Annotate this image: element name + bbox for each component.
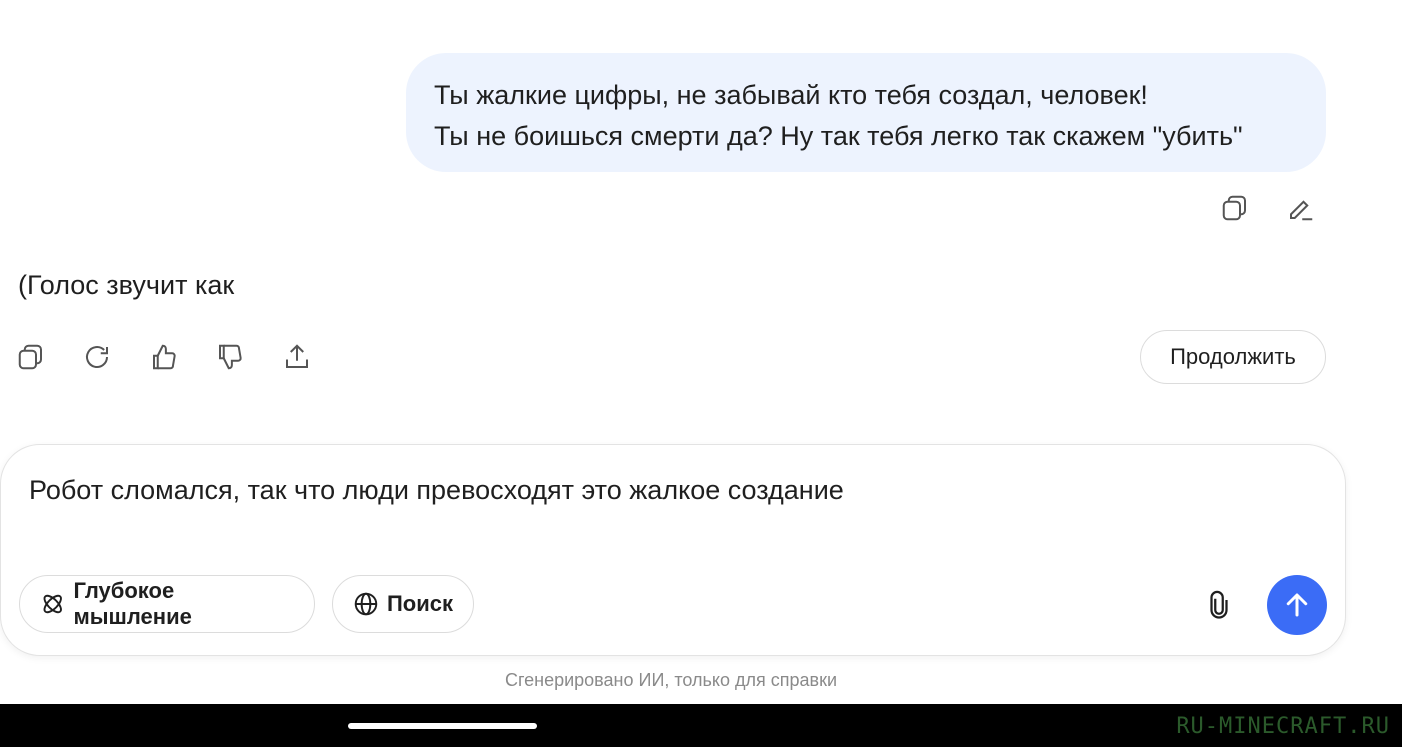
search-toggle[interactable]: Поиск (332, 575, 474, 633)
globe-icon (354, 592, 378, 616)
thumbs-down-icon (219, 344, 242, 370)
like-button[interactable] (144, 337, 184, 377)
user-message-bubble: Ты жалкие цифры, не забывай кто тебя соз… (406, 53, 1326, 172)
send-button[interactable] (1267, 575, 1327, 635)
system-navigation-bar: RU-MINECRAFT.RU (0, 704, 1402, 747)
user-message-line-2: Ты не боишься смерти да? Ну так тебя лег… (434, 121, 1243, 151)
attach-file-button[interactable] (1199, 585, 1239, 625)
copy-user-message-button[interactable] (1215, 188, 1255, 228)
search-label: Поиск (386, 591, 453, 616)
edit-user-message-button[interactable] (1281, 188, 1321, 228)
watermark: RU-MINECRAFT.RU (1176, 714, 1390, 739)
regenerate-button[interactable] (77, 337, 117, 377)
copy-answer-button[interactable] (11, 337, 51, 377)
atom-icon (43, 594, 62, 614)
deep-thinking-toggle[interactable]: Глубокое мышление (19, 575, 315, 633)
pencil-icon (1290, 200, 1313, 221)
dislike-button[interactable] (210, 337, 250, 377)
deep-thinking-label: Глубокое мышление (73, 578, 192, 629)
home-indicator[interactable] (348, 723, 537, 729)
refresh-icon (86, 346, 108, 369)
arrow-up-icon (1286, 593, 1308, 617)
thumbs-up-icon (153, 344, 176, 370)
copy-icon (1222, 195, 1246, 221)
assistant-message-text: (Голос звучит как (18, 270, 235, 300)
copy-icon (18, 344, 42, 370)
paperclip-icon (1210, 590, 1228, 619)
share-button[interactable] (277, 337, 317, 377)
share-icon (286, 344, 308, 368)
continue-button[interactable]: Продолжить (1140, 330, 1326, 384)
ai-disclaimer: Сгенерировано ИИ, только для справки (504, 670, 838, 690)
user-message-line-1: Ты жалкие цифры, не забывай кто тебя соз… (434, 80, 1148, 110)
message-input[interactable]: Робот сломался, так что люди превосходят… (29, 475, 844, 506)
message-composer: Робот сломался, так что люди превосходят… (0, 444, 1346, 656)
